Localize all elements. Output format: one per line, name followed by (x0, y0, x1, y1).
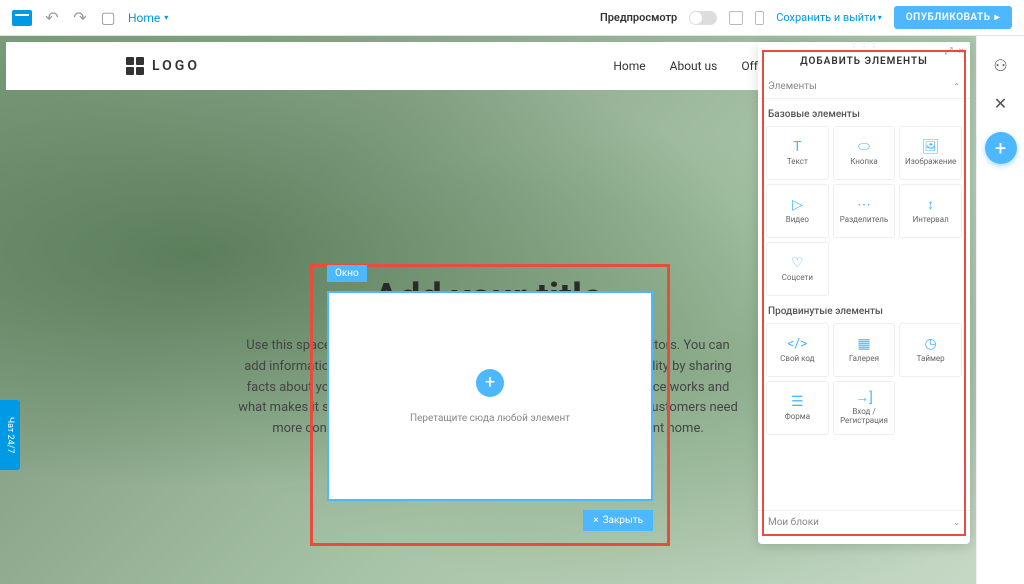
panel-controls: ⤢ × (945, 46, 964, 57)
panel-drag-handle[interactable]: ⋮⋮⋮ (849, 42, 879, 53)
code-icon: </> (788, 337, 806, 351)
element-button[interactable]: ⬭Кнопка (833, 126, 896, 180)
section-blocks[interactable]: Мои блоки⌄ (758, 510, 970, 534)
preview-toggle[interactable] (689, 11, 717, 25)
image-icon: 🖼 (922, 140, 940, 154)
home-dropdown[interactable]: Home▾ (128, 11, 168, 25)
element-gallery[interactable]: ▦Галерея (833, 323, 896, 377)
element-image[interactable]: 🖼Изображение (899, 126, 962, 180)
close-icon: × (593, 515, 598, 526)
add-element-button[interactable]: + (985, 132, 1017, 164)
panel-close-icon[interactable]: × (959, 46, 964, 57)
modal-window: Окно + Перетащите сюда любой элемент ×За… (310, 264, 670, 546)
video-icon: ▷ (788, 198, 806, 212)
desktop-icon[interactable] (729, 11, 743, 25)
topbar-left: ↶ ↷ ▢ Home▾ (12, 10, 168, 26)
section-elements[interactable]: Элементы⌃ (758, 75, 970, 99)
topbar: ↶ ↷ ▢ Home▾ Предпросмотр Сохранить и вый… (0, 0, 1024, 36)
button-icon: ⬭ (855, 140, 873, 154)
text-icon: T (788, 140, 806, 154)
element-spacer[interactable]: ↕Интервал (899, 184, 962, 238)
page-icon[interactable]: ▢ (100, 10, 116, 26)
structure-icon[interactable]: ⚇ (992, 56, 1010, 74)
undo-icon[interactable]: ↶ (44, 10, 60, 26)
group-advanced-label: Продвинутые элементы (758, 296, 970, 323)
publish-button[interactable]: ОПУБЛИКОВАТЬ▸ (894, 6, 1012, 29)
drop-text: Перетащите сюда любой элемент (410, 413, 570, 424)
nav-home[interactable]: Home (613, 59, 645, 73)
panel-expand-icon[interactable]: ⤢ (945, 46, 953, 57)
element-login[interactable]: →]Вход / Регистрация (833, 381, 896, 435)
element-code[interactable]: </>Свой код (766, 323, 829, 377)
close-rail-icon[interactable]: ✕ (992, 94, 1010, 112)
preview-label: Предпросмотр (600, 11, 677, 24)
element-social[interactable]: ♡Соцсети (766, 242, 829, 296)
timer-icon: ◷ (922, 337, 940, 351)
add-icon[interactable]: + (476, 369, 504, 397)
element-form[interactable]: ☰Форма (766, 381, 829, 435)
save-exit-link[interactable]: Сохранить и выйти▾ (776, 11, 882, 24)
modal-tag[interactable]: Окно (327, 265, 367, 282)
redo-icon[interactable]: ↷ (72, 10, 88, 26)
element-timer[interactable]: ◷Таймер (899, 323, 962, 377)
spacer-icon: ↕ (922, 198, 940, 212)
social-icon: ♡ (788, 256, 806, 270)
close-button[interactable]: ×Закрыть (583, 510, 653, 531)
gallery-icon: ▦ (855, 337, 873, 351)
basic-grid: TТекст ⬭Кнопка 🖼Изображение ▷Видео ⋯Разд… (758, 126, 970, 296)
elements-panel: ⋮⋮⋮ ⤢ × ДОБАВИТЬ ЭЛЕМЕНТЫ Элементы⌃ Базо… (758, 42, 970, 544)
topbar-right: Предпросмотр Сохранить и выйти▾ ОПУБЛИКО… (600, 6, 1012, 29)
site-logo-icon (126, 57, 144, 75)
element-divider[interactable]: ⋯Разделитель (833, 184, 896, 238)
element-video[interactable]: ▷Видео (766, 184, 829, 238)
element-text[interactable]: TТекст (766, 126, 829, 180)
modal-dropzone[interactable]: + Перетащите сюда любой элемент (327, 291, 653, 501)
login-icon: →] (855, 390, 873, 404)
advanced-grid: </>Свой код ▦Галерея ◷Таймер ☰Форма →]Вх… (758, 323, 970, 435)
form-icon: ☰ (788, 395, 806, 409)
divider-icon: ⋯ (855, 198, 873, 212)
right-rail: ⚇ ✕ + (976, 36, 1024, 584)
group-basic-label: Базовые элементы (758, 99, 970, 126)
app-logo-icon[interactable] (12, 10, 32, 26)
mobile-icon[interactable] (755, 11, 764, 25)
nav-about[interactable]: About us (670, 59, 718, 73)
chat-widget[interactable]: Чат 24/7 (0, 400, 20, 470)
site-logo[interactable]: LOGO (126, 57, 200, 75)
